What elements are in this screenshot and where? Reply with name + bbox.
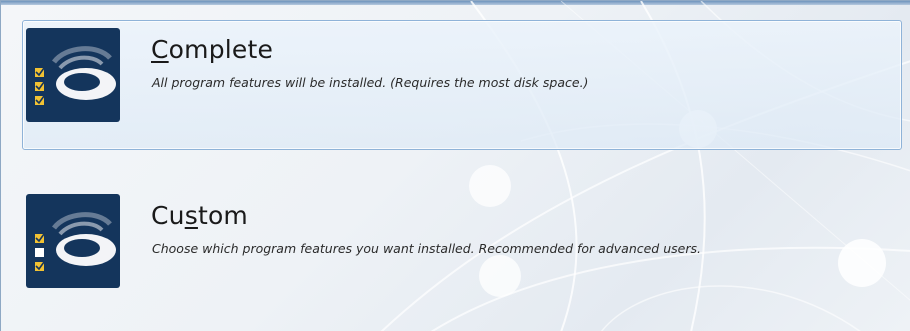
setup-type-window: Complete All program features will be in…: [0, 0, 910, 331]
custom-title-post: tom: [197, 201, 248, 230]
complete-access-key: C: [151, 35, 169, 64]
custom-description: Choose which program features you want i…: [152, 241, 701, 256]
custom-title: Custom: [151, 201, 248, 230]
custom-access-key: s: [184, 201, 198, 230]
window-top-edge: [1, 1, 910, 5]
complete-title: Complete: [151, 35, 273, 64]
custom-option[interactable]: Custom Choose which program features you…: [22, 186, 902, 316]
disk-checklist-icon: [26, 28, 120, 122]
custom-title-pre: Cu: [151, 201, 185, 230]
complete-option[interactable]: Complete All program features will be in…: [22, 20, 902, 150]
complete-description: All program features will be installed. …: [152, 75, 589, 90]
disk-checklist-icon: [26, 194, 120, 288]
complete-title-post: omplete: [168, 35, 274, 64]
